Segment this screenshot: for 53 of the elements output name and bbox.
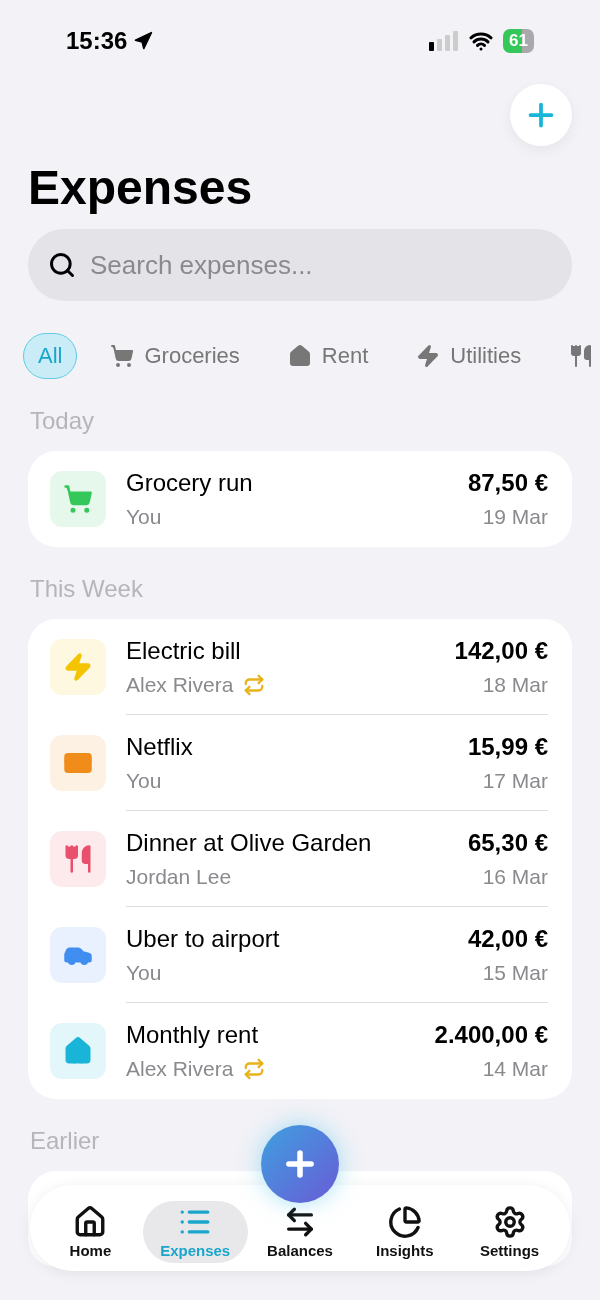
expense-date: 14 Mar — [482, 1057, 548, 1081]
house-icon — [287, 344, 312, 368]
expense-amount: 2.400,00 € — [434, 1021, 548, 1049]
pie-chart-icon — [387, 1205, 422, 1239]
clock-time: 15:36 — [66, 27, 128, 55]
payer-name: You — [126, 505, 162, 529]
expense-amount: 15,99 € — [467, 732, 548, 761]
tab-item[interactable]: Home — [38, 1201, 143, 1263]
add-expense-button[interactable] — [261, 1125, 339, 1203]
expense-amount: 142,00 € — [454, 636, 548, 665]
payer-name: You — [126, 960, 162, 985]
expense-amount: 65,30 € — [467, 828, 548, 857]
payer-name: Alex Rivera — [126, 1057, 234, 1081]
search-field[interactable]: Search expenses... — [28, 229, 572, 301]
expense-date: 18 Mar — [482, 672, 548, 697]
expense-title: Dinner at Olive Garden — [126, 828, 373, 857]
lightning-icon — [63, 652, 93, 682]
signal-icon — [429, 31, 460, 51]
search-icon — [48, 251, 76, 279]
house-icon — [63, 1036, 93, 1066]
filter-chip[interactable]: All — [23, 333, 78, 379]
expense-title: Grocery run — [126, 469, 254, 497]
fork-knife-icon — [569, 344, 594, 368]
tab-item[interactable]: Insights — [352, 1201, 458, 1263]
section-heading: This Week — [30, 575, 144, 603]
expense-amount: 42,00 € — [467, 924, 548, 953]
expense-title: Electric bill — [126, 636, 242, 665]
expense-amount: 87,50 € — [467, 469, 548, 497]
tab-item[interactable]: Balances — [247, 1201, 353, 1263]
cart-icon — [110, 344, 135, 368]
payer-name: Alex Rivera — [126, 672, 234, 697]
section-heading: Earlier — [30, 1127, 101, 1155]
expense-date: 19 Mar — [482, 505, 548, 529]
expense-title: Monthly rent — [126, 1021, 260, 1049]
page-title: Expenses — [28, 160, 254, 215]
filter-chip[interactable]: Rent — [272, 333, 384, 379]
payer-name: Jordan Lee — [126, 864, 232, 889]
payer-name: You — [126, 768, 162, 793]
tab-item[interactable]: Expenses — [142, 1201, 248, 1263]
tab-item[interactable]: Settings — [457, 1201, 562, 1263]
expense-date: 15 Mar — [482, 960, 548, 985]
section-heading: Today — [30, 407, 96, 435]
expense-date: 17 Mar — [482, 768, 548, 793]
expense-title: Uber to airport — [126, 924, 281, 953]
settings-icon — [492, 1205, 527, 1239]
fork-knife-icon — [63, 844, 93, 874]
filter-chip[interactable]: Groceries — [95, 333, 255, 379]
expense-date: 16 Mar — [482, 864, 548, 889]
filter-chip[interactable]: Utilities — [401, 333, 537, 379]
location-icon — [133, 31, 154, 51]
cart-icon — [63, 484, 93, 514]
expense-title: Netflix — [126, 732, 194, 761]
lightning-icon — [416, 344, 441, 368]
